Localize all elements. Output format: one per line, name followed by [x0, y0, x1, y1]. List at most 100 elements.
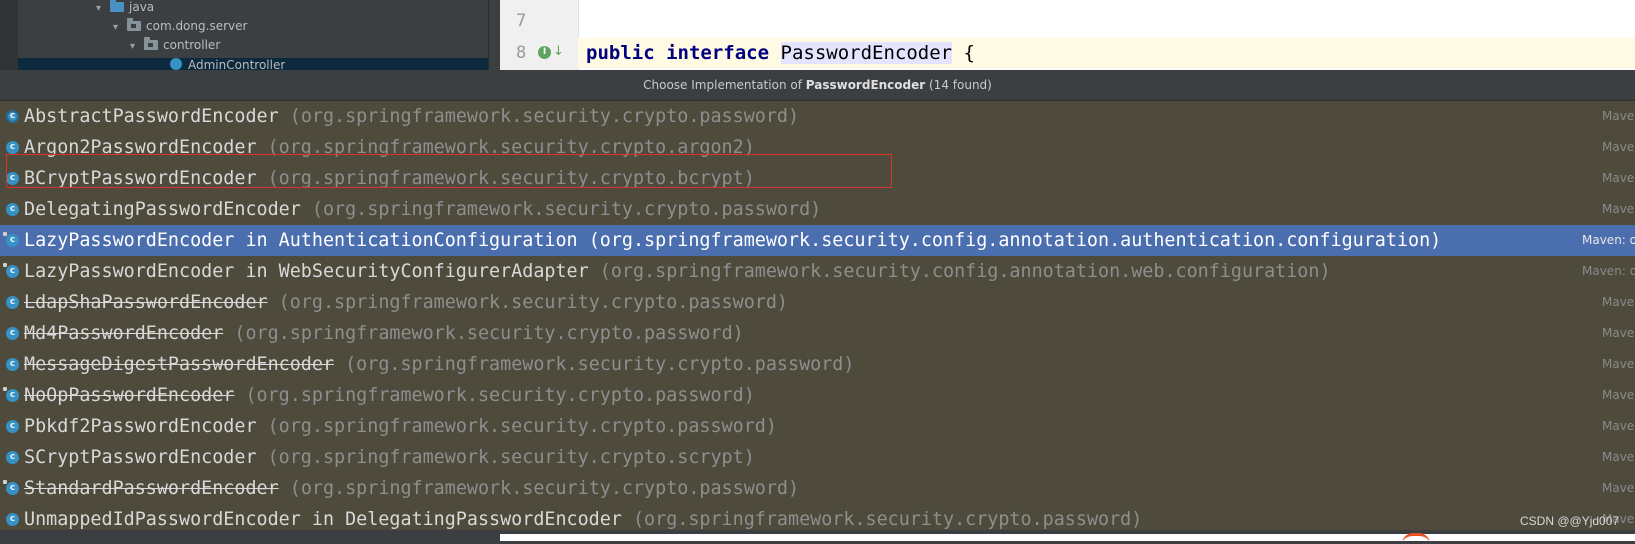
package-name: (org.springframework.security.crypto.pas…	[245, 385, 755, 406]
implementation-item[interactable]: c MessageDigestPasswordEncoder (org.sprin…	[0, 349, 1635, 380]
implementation-item[interactable]: c DelegatingPasswordEncoder (org.springfr…	[0, 194, 1635, 225]
tree-row-admincontroller[interactable]: AdminController	[170, 55, 285, 70]
private-class-icon: c	[3, 232, 19, 247]
private-class-icon: c	[3, 480, 19, 495]
package-name: (org.springframework.security.crypto.scr…	[267, 447, 755, 468]
implementation-item[interactable]: c BCryptPasswordEncoder (org.springframew…	[0, 163, 1635, 194]
bottom-strip	[0, 530, 1635, 541]
class-icon: c	[6, 296, 19, 309]
class-name: BCryptPasswordEncoder	[24, 168, 257, 189]
code-editor[interactable]: 7 8 I ↓ public interface PasswordEncoder…	[500, 0, 1635, 70]
code-line[interactable]: public interface PasswordEncoder {	[586, 42, 975, 64]
implementation-item[interactable]: c SCryptPasswordEncoder (org.springframew…	[0, 442, 1635, 473]
package-icon	[144, 37, 158, 50]
tree-row-package[interactable]: ▾ com.dong.server	[113, 16, 247, 36]
package-name: (org.springframework.security.crypto.pas…	[234, 323, 744, 344]
class-icon	[170, 58, 182, 70]
implementation-item[interactable]: c AbstractPasswordEncoder (org.springfram…	[0, 101, 1635, 132]
class-icon: c	[6, 358, 19, 371]
class-icon: c	[6, 420, 19, 433]
keyword-public: public	[586, 42, 655, 64]
chevron-down-icon[interactable]: ▾	[96, 0, 110, 19]
tree-row-label: java	[129, 0, 155, 14]
class-name: LdapShaPasswordEncoder	[24, 292, 268, 313]
class-icon: c	[6, 172, 19, 185]
library-location: Maven	[1602, 171, 1635, 185]
popup-header-prefix: Choose Implementation of	[643, 78, 806, 92]
implementation-text: AbstractPasswordEncoder (org.springframe…	[24, 101, 799, 132]
project-tree: ▾ java ▾ com.dong.server ▾ controller Admin…	[0, 0, 501, 70]
class-icon: c	[6, 203, 19, 216]
interface-name[interactable]: PasswordEncoder	[780, 42, 953, 64]
chevron-down-icon[interactable]: ▾	[130, 37, 144, 57]
library-location: Maven: o	[1582, 264, 1635, 278]
class-name: LazyPasswordEncoder in AuthenticationCon…	[24, 230, 578, 251]
package-name: (org.springframework.security.crypto.pas…	[345, 354, 855, 375]
chevron-down-icon[interactable]: ▾	[113, 18, 127, 38]
implementation-text: Pbkdf2PasswordEncoder (org.springframewo…	[24, 411, 777, 442]
implementation-item[interactable]: c LdapShaPasswordEncoder (org.springframe…	[0, 287, 1635, 318]
editor-gutter: 7 8 I ↓	[500, 0, 579, 70]
implementation-item[interactable]: c LazyPasswordEncoder in WebSecurityConfi…	[0, 256, 1635, 287]
private-class-icon: c	[3, 263, 19, 278]
library-location: Maven	[1602, 388, 1635, 402]
tree-row-label: com.dong.server	[146, 19, 248, 33]
class-icon: c	[6, 141, 19, 154]
open-brace: {	[963, 42, 975, 64]
implementation-item[interactable]: c Pbkdf2PasswordEncoder (org.springframew…	[0, 411, 1635, 442]
tray-logo-icon	[1402, 533, 1430, 544]
implementation-item[interactable]: c Md4PasswordEncoder (org.springframework…	[0, 318, 1635, 349]
package-name: (org.springframework.security.crypto.pas…	[632, 509, 1143, 530]
library-location: Maven: o	[1582, 233, 1635, 247]
implementation-item[interactable]: c NoOpPasswordEncoder (org.springframewor…	[0, 380, 1635, 411]
implementation-item[interactable]: c Argon2PasswordEncoder (org.springframew…	[0, 132, 1635, 163]
implementation-item[interactable]: c LazyPasswordEncoder in AuthenticationCo…	[0, 225, 1635, 256]
library-location: Maven	[1602, 450, 1635, 464]
class-name: DelegatingPasswordEncoder	[24, 199, 301, 220]
implementation-text: SCryptPasswordEncoder (org.springframewo…	[24, 442, 755, 473]
implementation-item[interactable]: c StandardPasswordEncoder (org.springfram…	[0, 473, 1635, 504]
implementation-text: BCryptPasswordEncoder (org.springframewo…	[24, 163, 755, 194]
class-name: SCryptPasswordEncoder	[24, 447, 257, 468]
arrow-down-icon[interactable]: ↓	[553, 44, 564, 59]
implementation-text: StandardPasswordEncoder (org.springframe…	[24, 473, 799, 504]
implementation-text: NoOpPasswordEncoder (org.springframework…	[24, 380, 755, 411]
implemented-icon[interactable]: I	[538, 46, 551, 59]
class-name: NoOpPasswordEncoder	[24, 385, 235, 406]
choose-implementation-popup[interactable]: Choose Implementation of PasswordEncoder…	[0, 70, 1635, 541]
tree-row-controller[interactable]: ▾ controller	[130, 35, 220, 55]
library-location: Maven	[1602, 109, 1635, 123]
tree-gutter	[0, 0, 18, 70]
class-icon: c	[6, 327, 19, 340]
library-location: Maven	[1602, 419, 1635, 433]
watermark: CSDN @@Yjd007	[1520, 514, 1620, 528]
class-name: LazyPasswordEncoder in WebSecurityConfig…	[24, 261, 589, 282]
package-name: (org.springframework.security.config.ann…	[588, 230, 1442, 251]
library-location: Maven	[1602, 202, 1635, 216]
implementation-text: MessageDigestPasswordEncoder (org.spring…	[24, 349, 854, 380]
line-number: 8	[516, 43, 527, 63]
library-location: Maven	[1602, 326, 1635, 340]
package-name: (org.springframework.security.crypto.pas…	[267, 416, 777, 437]
implementation-list[interactable]: c AbstractPasswordEncoder (org.springfram…	[0, 101, 1635, 535]
popup-header: Choose Implementation of PasswordEncoder…	[0, 70, 1635, 101]
keyword-interface: interface	[666, 42, 770, 64]
class-name: StandardPasswordEncoder	[24, 478, 279, 499]
private-class-icon: c	[3, 387, 19, 402]
abstract-class-icon: c	[6, 110, 19, 123]
library-location: Maven	[1602, 295, 1635, 309]
class-icon: c	[6, 451, 19, 464]
implementation-text: DelegatingPasswordEncoder (org.springfra…	[24, 194, 821, 225]
class-name: Md4PasswordEncoder	[24, 323, 224, 344]
class-name: UnmappedIdPasswordEncoder in DelegatingP…	[24, 509, 622, 530]
class-icon: c	[6, 513, 19, 526]
editor-bottom	[500, 534, 1635, 541]
package-name: (org.springframework.security.crypto.pas…	[289, 106, 800, 127]
class-name: Pbkdf2PasswordEncoder	[24, 416, 257, 437]
tree-row-java[interactable]: ▾ java	[96, 0, 154, 17]
package-name: (org.springframework.security.crypto.pas…	[311, 199, 822, 220]
tree-row-label: controller	[163, 38, 221, 52]
class-name: Argon2PasswordEncoder	[24, 137, 257, 158]
popup-header-count: (14 found)	[925, 78, 992, 92]
package-icon	[127, 18, 141, 31]
